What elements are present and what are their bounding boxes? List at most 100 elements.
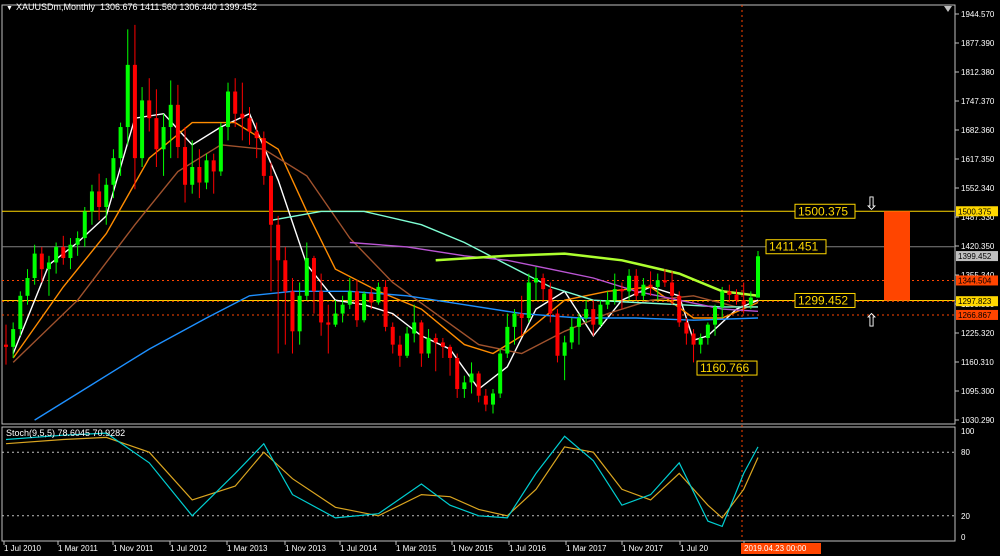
candle-body — [140, 100, 145, 159]
time-axis-label: 1 Jul 2016 — [509, 544, 546, 553]
candle-body — [634, 275, 639, 296]
candle-body — [168, 104, 173, 128]
symbol-label: XAUUSDm,Monthly — [15, 2, 95, 12]
candle-body — [598, 304, 603, 325]
time-axis-label: 1 Jul 2012 — [170, 544, 207, 553]
time-axis-label: 1 Mar 2011 — [58, 544, 98, 553]
candle-body — [97, 191, 102, 207]
candle-body — [297, 295, 302, 332]
annotation-label: 1500.375 — [798, 204, 848, 218]
candle-body — [190, 167, 195, 185]
candle-body — [333, 313, 338, 325]
price-axis-label: 1812.380 — [961, 68, 995, 77]
candle-body — [691, 333, 696, 345]
candle-body — [584, 309, 589, 318]
down-arrow-icon: ⇩ — [864, 193, 879, 214]
up-arrow-icon: ⇧ — [864, 310, 879, 331]
candle-body — [233, 91, 238, 114]
dropdown-triangle-icon[interactable]: ▼ — [6, 5, 13, 12]
candle-body — [319, 291, 324, 323]
stoch-scale-label: 0 — [961, 533, 966, 542]
price-axis-label: 1682.360 — [961, 126, 995, 135]
candle-body — [46, 262, 51, 270]
candle-body — [147, 100, 152, 119]
candle-body — [698, 337, 703, 345]
time-axis-label: 2019.04.23 00:00 — [744, 544, 807, 553]
price-axis-label: 1225.320 — [961, 329, 995, 338]
candle-body — [240, 113, 245, 119]
candle-body — [619, 289, 624, 292]
candle-body — [548, 289, 553, 314]
candle-body — [419, 322, 424, 354]
candle-body — [505, 326, 510, 354]
time-axis-label: 1 Nov 2015 — [452, 544, 493, 553]
candle-body — [541, 278, 546, 290]
candle-body — [132, 64, 137, 159]
annotation-label: 1411.451 — [769, 240, 818, 254]
candle-body — [684, 322, 689, 334]
candle-body — [104, 184, 109, 207]
time-axis-label: 1 Jul 2010 — [4, 544, 41, 553]
candle-body — [75, 238, 80, 245]
candle-body — [440, 342, 445, 347]
candle-body — [591, 309, 596, 325]
candle-body — [448, 346, 453, 358]
candle-body — [397, 344, 402, 356]
time-axis-label: 1 Jul 2014 — [340, 544, 377, 553]
candle-body — [197, 167, 202, 183]
candle-body — [462, 382, 467, 390]
stoch-scale-label: 20 — [961, 512, 970, 521]
candle-body — [111, 158, 116, 185]
candle-body — [612, 289, 617, 301]
candle-body — [183, 147, 188, 185]
annotation-label: 1299.452 — [798, 293, 848, 307]
candle-body — [276, 224, 281, 261]
candle-body — [290, 291, 295, 332]
candle-body — [727, 291, 732, 295]
candle-body — [455, 357, 460, 390]
candle-body — [268, 175, 273, 225]
time-axis-label: 1 Mar 2013 — [227, 544, 268, 553]
candle-body — [304, 258, 309, 296]
candle-body — [161, 127, 166, 150]
candle-body — [218, 127, 223, 172]
candle-body — [125, 64, 130, 128]
candle-body — [555, 313, 560, 356]
candle-body — [512, 313, 517, 327]
candle-body — [39, 253, 44, 270]
candle-body — [433, 337, 438, 343]
candle-body — [226, 91, 231, 128]
candle-body — [734, 294, 739, 301]
stoch-panel-frame — [1, 426, 956, 542]
moving-average-line — [435, 252, 759, 298]
price-tag-label: 1500.375 — [958, 207, 992, 216]
annotation-label: 1160.766 — [700, 361, 749, 375]
candle-body — [347, 291, 352, 305]
candle-body — [605, 300, 610, 305]
candle-body — [89, 191, 94, 212]
price-tag-label: 1266.867 — [958, 311, 992, 320]
price-axis-label: 1747.370 — [961, 97, 995, 106]
price-axis-label: 1160.310 — [961, 358, 994, 367]
candle-body — [469, 373, 474, 383]
candle-body — [362, 293, 367, 321]
candle-body — [426, 337, 431, 354]
candle-body — [61, 246, 66, 259]
time-axis-label: 1 Mar 2015 — [396, 544, 437, 553]
candle-body — [175, 104, 180, 148]
stoch-main-line — [5, 432, 759, 528]
candle-body — [526, 282, 531, 318]
candle-body — [354, 291, 359, 321]
ohlc-values: 1306.676 1411.560 1306.440 1399.452 — [99, 2, 257, 12]
candle-body — [720, 291, 725, 307]
candle-body — [519, 313, 524, 318]
candle-body — [412, 322, 417, 334]
candle-body — [326, 322, 331, 325]
candle-body — [562, 342, 567, 356]
time-axis-label: 1 Nov 2011 — [113, 544, 154, 553]
moving-average-line — [12, 112, 759, 390]
candle-body — [756, 256, 760, 298]
candle-body — [670, 282, 675, 296]
stochastic-label: Stoch(9,5,5) 78.6045 70.9282 — [6, 428, 126, 438]
candle-body — [154, 118, 159, 150]
